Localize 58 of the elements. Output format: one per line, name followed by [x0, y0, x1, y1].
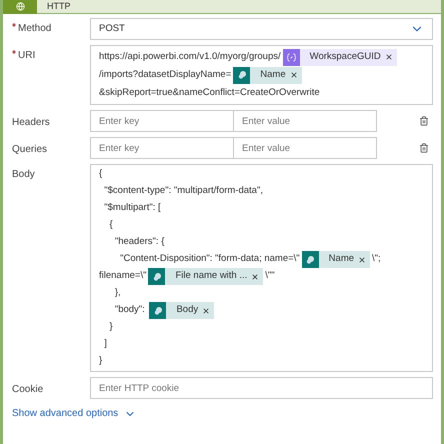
- sharepoint-icon: [233, 66, 250, 84]
- token-chip[interactable]: File name with ...: [148, 268, 264, 285]
- token-label: Body: [175, 303, 200, 318]
- delete-icon[interactable]: [419, 143, 429, 153]
- code-text: }: [99, 354, 102, 368]
- body-field[interactable]: { "$content-type": "multipart/form-data", "$multipart": [ { "headers": { "Content-Disposition": "form-data; name=\" Name \"; filename=\" File name with ... \"" }, "body": Body } ] }: [90, 164, 433, 372]
- delete-icon[interactable]: [419, 116, 429, 126]
- code-text: \"": [265, 269, 275, 284]
- token-chip[interactable]: Name: [302, 251, 370, 268]
- method-dropdown[interactable]: POST: [90, 18, 433, 40]
- field-label: Cookie: [12, 383, 44, 397]
- token-label: Name: [328, 252, 356, 266]
- field-label: Headers: [12, 116, 50, 130]
- code-text: {: [99, 167, 102, 182]
- code-text: "$content-type": "multipart/form-data",: [103, 184, 263, 198]
- field-label: Body: [12, 168, 35, 182]
- token-chip[interactable]: Name: [233, 66, 302, 84]
- token-chip[interactable]: Body: [149, 302, 214, 319]
- token-chip[interactable]: WorkspaceGUID: [282, 48, 397, 66]
- token-label: Name: [259, 68, 287, 82]
- code-text: {: [108, 218, 113, 232]
- sharepoint-icon: [302, 251, 319, 268]
- field-label: Method: [18, 22, 52, 36]
- code-text: filename=\": [99, 269, 146, 284]
- value-field[interactable]: Enter value: [234, 137, 377, 159]
- code-text: "headers": {: [114, 235, 164, 250]
- code-text: "Content-Disposition": "form-data; name=\": [119, 252, 300, 266]
- field-label: Queries: [12, 143, 48, 157]
- code-text: "body":: [114, 303, 146, 318]
- remove-icon[interactable]: [202, 306, 210, 314]
- remove-icon[interactable]: [251, 272, 260, 280]
- required-icon: [12, 23, 16, 27]
- key-field[interactable]: Enter key: [90, 110, 234, 132]
- code-text: "$multipart": [: [103, 201, 161, 216]
- variable-icon: [282, 48, 300, 66]
- card-header[interactable]: HTTP: [3, 0, 441, 14]
- code-text: https://api.powerbi.com/v1.0/myorg/groups/: [99, 50, 281, 64]
- code-text: }: [108, 320, 113, 334]
- code-text: ]: [103, 337, 107, 352]
- remove-icon[interactable]: [384, 53, 393, 61]
- code-text: \";: [372, 252, 381, 266]
- code-text: /imports?datasetDisplayName=: [99, 68, 232, 82]
- required-icon: [12, 50, 16, 54]
- value-field[interactable]: Enter value: [234, 110, 377, 132]
- uri-field[interactable]: https://api.powerbi.com/v1.0/myorg/groups/ WorkspaceGUID /imports?datasetDisplayName= Name &skipReport=true&nameConflict=CreateOrOverwrite: [90, 45, 433, 105]
- code-text: },: [114, 286, 121, 300]
- token-label: WorkspaceGUID: [308, 50, 382, 64]
- remove-icon[interactable]: [290, 71, 298, 79]
- token-label: File name with ...: [174, 269, 248, 284]
- code-text: &skipReport=true&nameConflict=CreateOrOverwrite: [99, 86, 320, 100]
- sharepoint-icon: [149, 302, 166, 319]
- advanced-options-link[interactable]: Show advanced options: [12, 406, 136, 421]
- sharepoint-icon: [148, 268, 166, 285]
- remove-icon[interactable]: [358, 256, 366, 264]
- card-title: HTTP: [47, 0, 70, 13]
- cookie-field[interactable]: Enter HTTP cookie: [90, 377, 433, 399]
- field-label: URI: [18, 49, 36, 63]
- key-field[interactable]: Enter key: [90, 137, 234, 159]
